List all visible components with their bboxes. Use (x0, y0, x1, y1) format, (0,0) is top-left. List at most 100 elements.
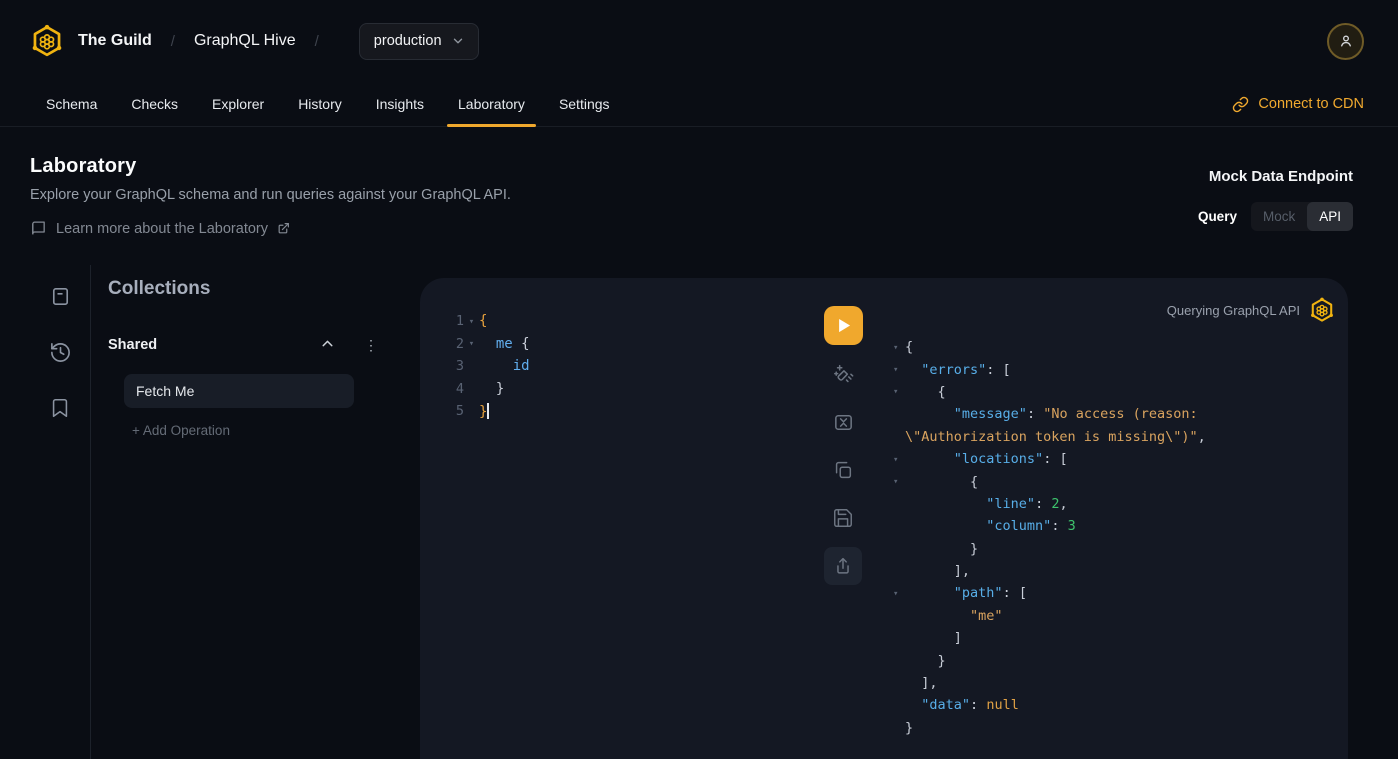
fold-arrow-icon[interactable]: ▾ (893, 476, 905, 487)
share-icon (832, 555, 854, 577)
response-line: \"Authorization token is missing\")", (893, 426, 1206, 448)
code-text: "line": 2, (905, 496, 1068, 512)
fold-arrow-icon[interactable]: ▾ (893, 342, 905, 353)
fold-arrow-icon[interactable]: ▾ (893, 588, 905, 599)
execute-query-button[interactable] (824, 306, 863, 345)
code-text: "locations": [ (905, 451, 1068, 467)
code-text: "message": "No access (reason: (905, 406, 1198, 422)
group-kebab-menu-button[interactable]: ⋮ (362, 334, 380, 356)
header: The Guild / GraphQL Hive / production (0, 0, 1398, 82)
tab-explorer[interactable]: Explorer (200, 82, 276, 126)
tab-laboratory[interactable]: Laboratory (446, 82, 537, 126)
response-line: ], (893, 560, 1206, 582)
copy-icon (832, 459, 854, 481)
fold-arrow-icon[interactable]: ▾ (893, 386, 905, 397)
fold-arrow-icon (893, 615, 905, 616)
code-text: "errors": [ (905, 362, 1011, 378)
query-line: 5} (448, 400, 530, 423)
page-head: Laboratory Explore your GraphQL schema a… (30, 127, 1353, 265)
query-editor-lines[interactable]: 1▾{2▾ me {3 id4 }5} (448, 310, 530, 423)
code-text: ] (905, 630, 962, 646)
editor-toolbar (823, 306, 863, 585)
graphiql-editor-panel: 1▾{2▾ me {3 id4 }5} Query (420, 278, 1348, 759)
tab-bar: SchemaChecksExplorerHistoryInsightsLabor… (0, 82, 1398, 127)
connect-cdn-link[interactable]: Connect to CDN (1232, 82, 1364, 126)
merge-fragments-button[interactable] (824, 403, 862, 441)
fold-arrow-icon (893, 414, 905, 415)
response-line: ], (893, 672, 1206, 694)
fold-arrow-icon[interactable]: ▾ (893, 454, 905, 465)
book-icon (30, 220, 47, 237)
collection-group-row[interactable]: Shared ⋮ (108, 334, 382, 356)
save-operation-button[interactable] (824, 499, 862, 537)
breadcrumb-project[interactable]: GraphQL Hive (194, 32, 296, 50)
fold-arrow-icon (893, 571, 905, 572)
code-text: { (479, 313, 487, 329)
breadcrumb-org[interactable]: The Guild (78, 32, 152, 50)
response-line: ] (893, 627, 1206, 649)
fold-arrow-icon (893, 727, 905, 728)
fold-arrow-icon (893, 526, 905, 527)
collapse-group-button[interactable] (316, 334, 338, 356)
prettify-button[interactable] (824, 355, 862, 393)
tab-history[interactable]: History (286, 82, 354, 126)
response-line: } (893, 538, 1206, 560)
app-root: The Guild / GraphQL Hive / production Sc… (0, 0, 1398, 759)
rail-divider (90, 265, 91, 759)
fold-arrow-icon[interactable]: ▾ (464, 316, 479, 327)
code-text: } (905, 720, 913, 736)
fold-arrow-icon (893, 660, 905, 661)
share-operation-button[interactable] (824, 547, 862, 585)
breadcrumb-separator: / (171, 33, 175, 50)
save-icon (832, 507, 854, 529)
code-text: \"Authorization token is missing\")", (905, 429, 1206, 445)
collection-group-label: Shared (108, 337, 157, 353)
fold-arrow-icon (893, 436, 905, 437)
response-line: ▾{ (893, 336, 1206, 358)
user-avatar[interactable] (1327, 23, 1364, 60)
target-selector-dropdown[interactable]: production (359, 23, 479, 60)
response-line: ▾ { (893, 381, 1206, 403)
learn-more-link[interactable]: Learn more about the Laboratory (30, 220, 290, 237)
response-line: "me" (893, 605, 1206, 627)
play-icon (833, 315, 854, 336)
tab-checks[interactable]: Checks (119, 82, 190, 126)
code-text: { (905, 474, 978, 490)
copy-query-button[interactable] (824, 451, 862, 489)
merge-icon (832, 411, 855, 434)
response-line: "column": 3 (893, 515, 1206, 537)
response-status: Querying GraphQL API (1167, 297, 1335, 323)
external-link-icon (277, 222, 290, 235)
text-cursor (487, 403, 489, 419)
page-subtitle: Explore your GraphQL schema and run quer… (30, 187, 1353, 203)
history-rail-button[interactable] (48, 341, 72, 365)
add-operation-button[interactable]: + Add Operation (132, 423, 230, 438)
chevron-down-icon (451, 34, 465, 48)
fold-arrow-icon (464, 366, 479, 367)
collection-item[interactable]: Fetch Me (124, 374, 354, 408)
code-text: ], (905, 563, 970, 579)
bookmark-rail-button[interactable] (48, 397, 72, 421)
collections-title: Collections (108, 278, 382, 300)
line-number: 5 (448, 403, 464, 419)
collections-rail-button[interactable] (48, 285, 72, 309)
response-line: ▾ { (893, 470, 1206, 492)
collections-icon (49, 285, 72, 308)
fold-arrow-icon (464, 411, 479, 412)
fold-arrow-icon[interactable]: ▾ (464, 338, 479, 349)
toggle-option-api[interactable]: API (1307, 202, 1353, 231)
toggle-option-mock[interactable]: Mock (1251, 202, 1307, 231)
code-text: "path": [ (905, 585, 1027, 601)
code-text: id (479, 358, 530, 374)
fold-arrow-icon[interactable]: ▾ (893, 364, 905, 375)
fold-arrow-icon (893, 683, 905, 684)
query-line: 3 id (448, 355, 530, 378)
query-line: 2▾ me { (448, 333, 530, 356)
line-number: 4 (448, 381, 464, 397)
tab-settings[interactable]: Settings (547, 82, 622, 126)
hive-logo-icon[interactable] (30, 24, 64, 58)
tab-insights[interactable]: Insights (364, 82, 436, 126)
mock-endpoint-title: Mock Data Endpoint (1209, 168, 1353, 185)
line-number: 2 (448, 336, 464, 352)
tab-schema[interactable]: Schema (34, 82, 109, 126)
